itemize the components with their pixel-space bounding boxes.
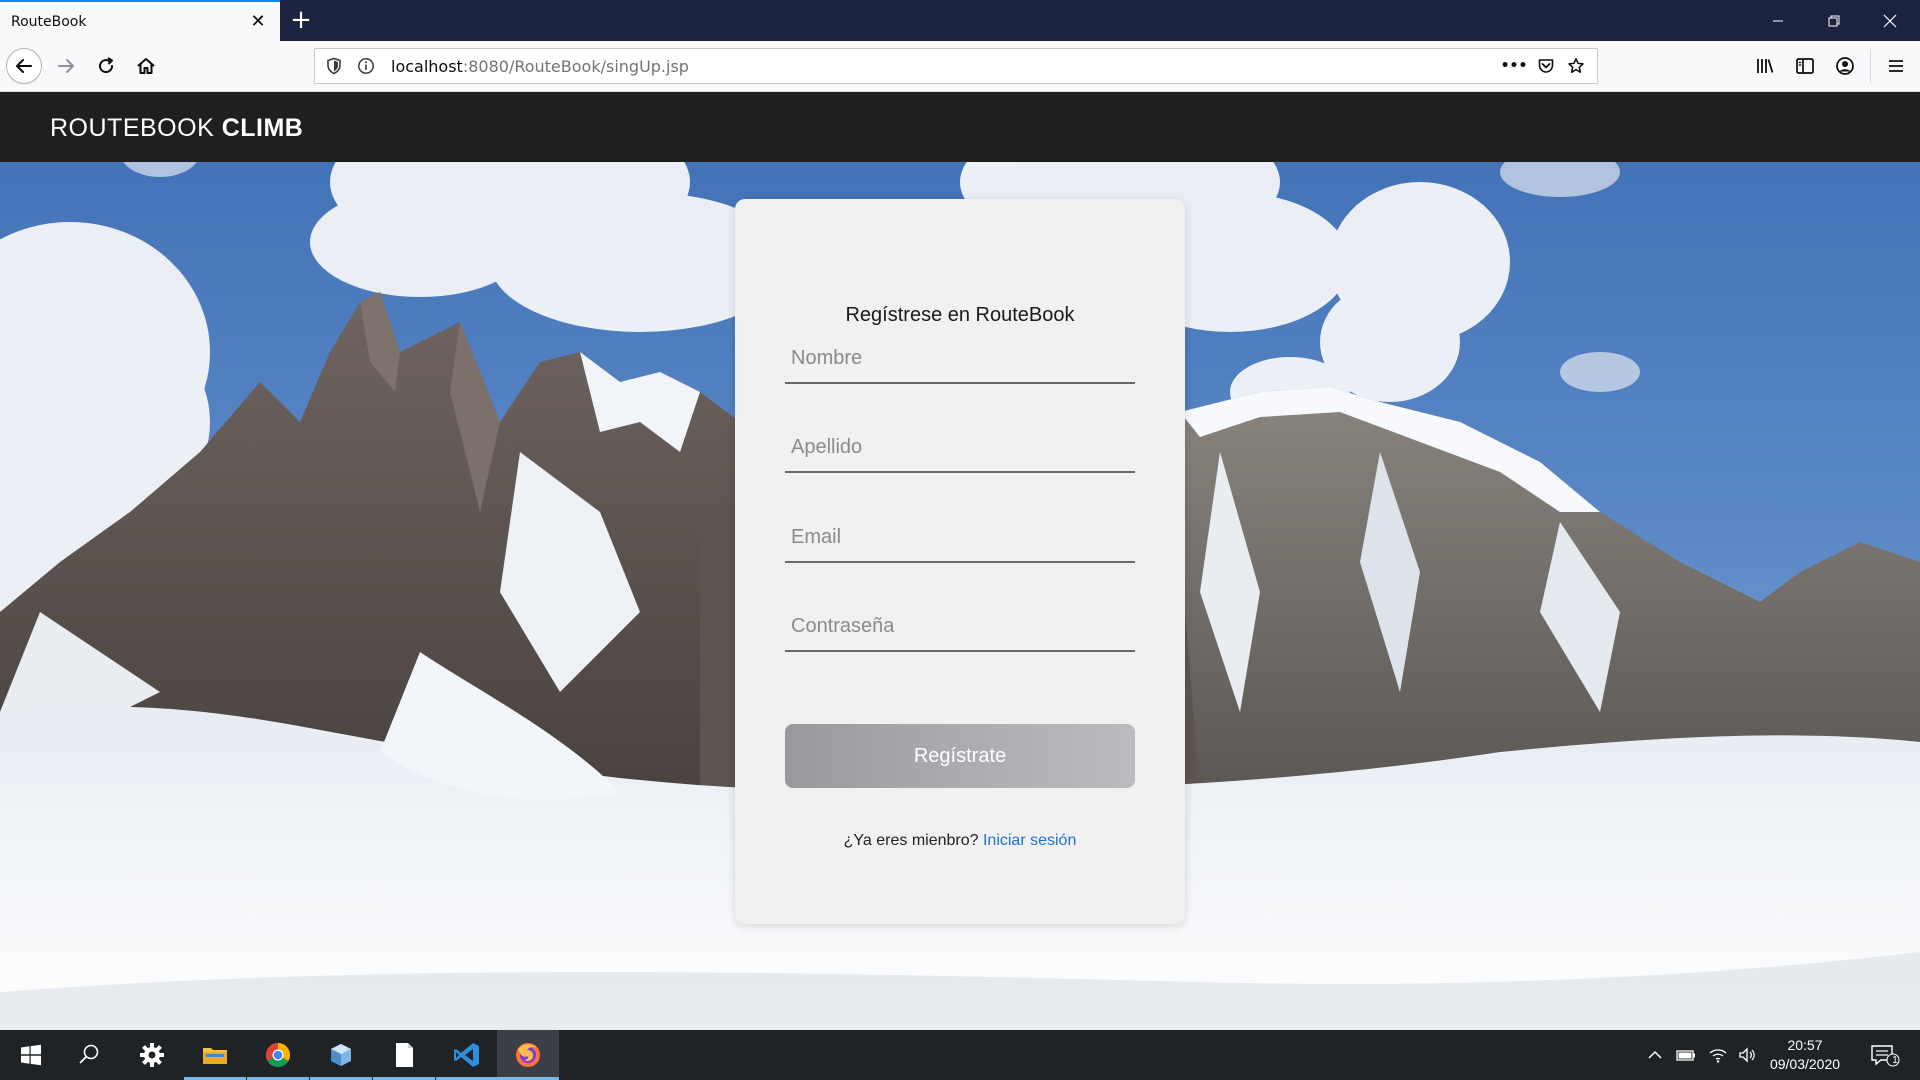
email-field[interactable] [785,513,1135,563]
chevron-up-icon[interactable] [1642,1042,1668,1068]
signup-title: Regístrese en RouteBook [845,304,1075,326]
chrome-icon[interactable] [247,1030,309,1080]
forward-arrow-icon[interactable] [48,48,84,84]
settings-gear-icon[interactable] [121,1030,183,1080]
vscode-icon[interactable] [436,1030,498,1080]
account-icon[interactable] [1832,53,1858,79]
battery-icon[interactable] [1673,1042,1699,1068]
page-actions-icon[interactable]: ••• [1497,53,1531,79]
site-header: ROUTEBOOK CLIMB [0,92,1920,162]
brand-part1: ROUTEBOOK [50,114,215,142]
register-button[interactable]: Regístrate [785,724,1135,788]
search-icon[interactable] [58,1030,120,1080]
new-tab-button[interactable]: + [288,7,314,34]
browser-tab-bar: RouteBook ✕ + [0,0,1920,41]
restore-window-icon[interactable] [1806,0,1862,41]
tracking-shield-icon[interactable] [321,53,347,79]
pocket-icon[interactable] [1533,53,1559,79]
star-icon[interactable] [1563,53,1589,79]
library-icon[interactable] [1752,53,1778,79]
volume-icon[interactable] [1734,1042,1760,1068]
url-text: localhost:8080/RouteBook/singUp.jsp [391,57,689,76]
tab-title: RouteBook [11,13,87,30]
page-viewport: ROUTEBOOK CLIMB Regístrese en RouteBook … [0,92,1920,1030]
firefox-icon[interactable] [497,1030,559,1080]
close-window-icon[interactable] [1862,0,1918,41]
windows-taskbar: 20:57 09/03/2020 1 [0,1030,1920,1080]
minimize-window-icon[interactable] [1750,0,1806,41]
sidebar-icon[interactable] [1792,53,1818,79]
url-host: localhost [391,56,463,76]
notification-count: 1 [1892,1055,1898,1066]
home-icon[interactable] [128,48,164,84]
brand-part2: CLIMB [221,114,304,142]
hamburger-menu-icon[interactable] [1883,53,1909,79]
windows-start-icon[interactable] [0,1030,62,1080]
clock-time: 20:57 [1787,1037,1823,1053]
reload-icon[interactable] [88,48,124,84]
3d-box-app-icon[interactable] [310,1030,372,1080]
url-bar[interactable]: localhost:8080/RouteBook/singUp.jsp ••• [314,48,1598,84]
site-brand-logo[interactable]: ROUTEBOOK CLIMB [50,114,303,143]
clock-date: 09/03/2020 [1769,1056,1841,1072]
nombre-field[interactable] [785,334,1135,384]
navigation-toolbar: localhost:8080/RouteBook/singUp.jsp ••• [0,41,1920,92]
back-arrow-icon[interactable] [6,48,42,84]
browser-tab[interactable]: RouteBook ✕ [0,0,280,41]
signup-card: Regístrese en RouteBook Regístrate ¿Ya e… [735,199,1185,924]
close-tab-icon[interactable]: ✕ [246,10,270,34]
text-document-icon[interactable] [373,1030,435,1080]
info-icon[interactable] [353,53,379,79]
login-prompt: ¿Ya eres mienbro? Iniciar sesión [735,832,1185,850]
file-explorer-icon[interactable] [184,1030,246,1080]
apellido-field[interactable] [785,423,1135,473]
member-text: ¿Ya eres mienbro? [843,832,979,849]
toolbar-divider [1870,49,1871,83]
url-path: :8080/RouteBook/singUp.jsp [462,56,689,76]
wifi-icon[interactable] [1705,1042,1731,1068]
notifications-icon[interactable]: 1 [1868,1042,1902,1068]
taskbar-clock[interactable]: 20:57 09/03/2020 [1760,1036,1850,1074]
login-link[interactable]: Iniciar sesión [983,832,1076,849]
password-field[interactable] [785,602,1135,652]
